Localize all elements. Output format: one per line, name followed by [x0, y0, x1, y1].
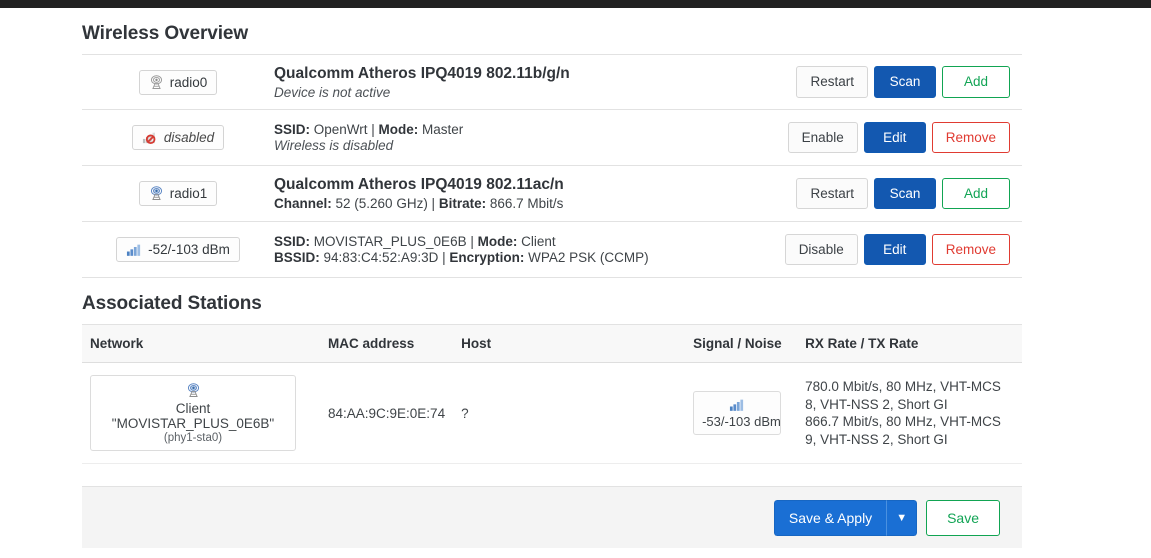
- radio1-badge[interactable]: radio1: [138, 181, 218, 206]
- wireless-row-radio1: radio1 Qualcomm Atheros IPQ4019 802.11ac…: [82, 166, 1022, 222]
- page-title: Wireless Overview: [82, 23, 249, 44]
- restart-button-radio1[interactable]: Restart: [796, 177, 868, 210]
- station-rx-rate: 780.0 Mbit/s, 80 MHz, VHT-MCS 8, VHT-NSS…: [805, 379, 1001, 412]
- encryption-label: Encryption:: [449, 250, 525, 265]
- edit-button-disabled-iface[interactable]: Edit: [863, 121, 926, 154]
- radio0-badge-label: radio0: [169, 74, 208, 90]
- cell-mac-address: 84:AA:9C:9E:0E:74: [320, 362, 454, 464]
- radio0-device-title: Qualcomm Atheros IPQ4019 802.11b/g/n: [274, 64, 570, 82]
- disabled-iface-actions: Enable Edit Remove: [782, 121, 1022, 154]
- client-iface-actions: Disable Edit Remove: [782, 233, 1022, 266]
- mode-label: Mode:: [378, 122, 419, 137]
- wireless-row-disabled-iface: disabled SSID: OpenWrt | Mode: Master Wi…: [82, 110, 1022, 166]
- add-button-radio0[interactable]: Add: [942, 66, 1010, 98]
- cell-network: Client "MOVISTAR_PLUS_0E6B" (phy1-sta0): [82, 362, 320, 464]
- client-bssid-line: BSSID: 94:83:C4:52:A9:3D | Encryption: W…: [274, 250, 770, 265]
- scan-button-radio1[interactable]: Scan: [874, 177, 936, 210]
- radio0-device-status: Device is not active: [274, 84, 391, 100]
- add-button-radio1[interactable]: Add: [942, 177, 1010, 210]
- chevron-down-icon[interactable]: ▼: [886, 499, 918, 536]
- signal-disabled-icon: [142, 130, 158, 145]
- radio1-badge-label: radio1: [169, 186, 208, 201]
- radio1-badge-cell: radio1: [82, 181, 274, 206]
- column-header-host: Host: [453, 324, 686, 363]
- radio0-actions: Restart Scan Add: [782, 66, 1022, 98]
- station-signal-text: -53/-103 dBm: [702, 414, 781, 429]
- wireless-row-client-iface: -52/-103 dBm SSID: MOVISTAR_PLUS_0E6B | …: [82, 222, 1022, 278]
- column-header-signal-noise: Signal / Noise: [685, 324, 798, 363]
- edit-button-client-iface[interactable]: Edit: [863, 233, 926, 266]
- bssid-value: 94:83:C4:52:A9:3D |: [319, 250, 450, 265]
- channel-value: 52 (5.260 GHz) |: [331, 196, 439, 211]
- enable-button[interactable]: Enable: [787, 121, 858, 154]
- top-dark-bar: [0, 0, 1151, 8]
- station-network-name: Client "MOVISTAR_PLUS_0E6B": [111, 401, 275, 431]
- bitrate-label: Bitrate:: [438, 196, 487, 211]
- ssid-label: SSID:: [274, 234, 311, 249]
- disabled-iface-status: Wireless is disabled: [274, 138, 394, 153]
- radio1-info: Qualcomm Atheros IPQ4019 802.11ac/n Chan…: [274, 176, 782, 211]
- radio-tower-icon: [149, 186, 164, 201]
- mode-label: Mode:: [477, 234, 518, 249]
- ssid-label: SSID:: [274, 122, 311, 137]
- signal-bars-icon: [729, 398, 745, 412]
- radio0-badge[interactable]: radio0: [138, 69, 218, 95]
- ssid-value: MOVISTAR_PLUS_0E6B |: [310, 234, 478, 249]
- radio1-channel-line: Channel: 52 (5.260 GHz) | Bitrate: 866.7…: [274, 196, 770, 211]
- radio-tower-icon: [186, 383, 201, 398]
- column-header-rx-tx-rate: RX Rate / TX Rate: [797, 324, 1022, 363]
- wireless-row-radio0: radio0 Qualcomm Atheros IPQ4019 802.11b/…: [82, 54, 1022, 110]
- disabled-badge[interactable]: disabled: [131, 125, 225, 150]
- form-footer: Save & Apply ▼ Save: [82, 486, 1022, 548]
- column-header-mac: MAC address: [320, 324, 454, 363]
- radio1-device-title: Qualcomm Atheros IPQ4019 802.11ac/n: [274, 176, 564, 193]
- channel-label: Channel:: [274, 196, 332, 211]
- page-content: Wireless Overview radio0 Qualcomm Athero…: [82, 8, 1022, 548]
- disabled-iface-ssid-line: SSID: OpenWrt | Mode: Master: [274, 122, 770, 137]
- station-signal-box[interactable]: -53/-103 dBm: [693, 391, 782, 435]
- signal-bars-icon: [126, 243, 142, 257]
- client-signal-label: -52/-103 dBm: [148, 242, 230, 257]
- client-iface-info: SSID: MOVISTAR_PLUS_0E6B | Mode: Client …: [274, 234, 782, 265]
- save-button[interactable]: Save: [926, 499, 1000, 536]
- stations-title: Associated Stations: [82, 293, 262, 314]
- restart-button-radio0[interactable]: Restart: [796, 66, 868, 98]
- station-network-box[interactable]: Client "MOVISTAR_PLUS_0E6B" (phy1-sta0): [90, 375, 296, 451]
- remove-button-disabled-iface[interactable]: Remove: [931, 121, 1010, 154]
- bssid-label: BSSID:: [274, 250, 320, 265]
- radio1-actions: Restart Scan Add: [782, 177, 1022, 210]
- save-apply-split-button: Save & Apply ▼: [773, 499, 918, 536]
- stations-header-row: Network MAC address Host Signal / Noise …: [82, 324, 1022, 363]
- stations-table-head: Network MAC address Host Signal / Noise …: [82, 324, 1022, 363]
- ssid-value: OpenWrt |: [310, 122, 379, 137]
- save-and-apply-button[interactable]: Save & Apply: [773, 499, 887, 536]
- client-signal-badge[interactable]: -52/-103 dBm: [116, 237, 240, 262]
- station-tx-rate: 866.7 Mbit/s, 80 MHz, VHT-MCS 9, VHT-NSS…: [805, 414, 1001, 447]
- station-network-interface: (phy1-sta0): [163, 432, 223, 444]
- station-signal-icon-line: [702, 398, 772, 412]
- table-row: Client "MOVISTAR_PLUS_0E6B" (phy1-sta0) …: [82, 362, 1022, 464]
- station-network-icon-line: [101, 383, 285, 398]
- column-header-network: Network: [82, 324, 320, 363]
- remove-button-client-iface[interactable]: Remove: [931, 233, 1010, 266]
- mode-value: Master: [418, 122, 464, 137]
- client-signal-badge-cell: -52/-103 dBm: [82, 237, 274, 262]
- stations-table-body: Client "MOVISTAR_PLUS_0E6B" (phy1-sta0) …: [82, 362, 1022, 464]
- scan-button-radio0[interactable]: Scan: [874, 66, 936, 98]
- cell-host: ?: [453, 362, 686, 464]
- client-ssid-line: SSID: MOVISTAR_PLUS_0E6B | Mode: Client: [274, 234, 770, 249]
- associated-stations-table: Network MAC address Host Signal / Noise …: [82, 324, 1022, 464]
- cell-rx-tx-rate: 780.0 Mbit/s, 80 MHz, VHT-MCS 8, VHT-NSS…: [797, 362, 1022, 464]
- disable-button[interactable]: Disable: [784, 233, 858, 266]
- disabled-iface-info: SSID: OpenWrt | Mode: Master Wireless is…: [274, 122, 782, 153]
- radio0-badge-cell: radio0: [82, 69, 274, 95]
- mode-value: Client: [517, 234, 556, 249]
- encryption-value: WPA2 PSK (CCMP): [524, 250, 649, 265]
- disabled-badge-cell: disabled: [82, 125, 274, 150]
- radio0-info: Qualcomm Atheros IPQ4019 802.11b/g/n Dev…: [274, 65, 782, 100]
- bitrate-value: 866.7 Mbit/s: [486, 196, 564, 211]
- disabled-badge-label: disabled: [163, 130, 215, 145]
- cell-signal-noise: -53/-103 dBm: [685, 362, 798, 464]
- radio-tower-icon: [149, 74, 164, 90]
